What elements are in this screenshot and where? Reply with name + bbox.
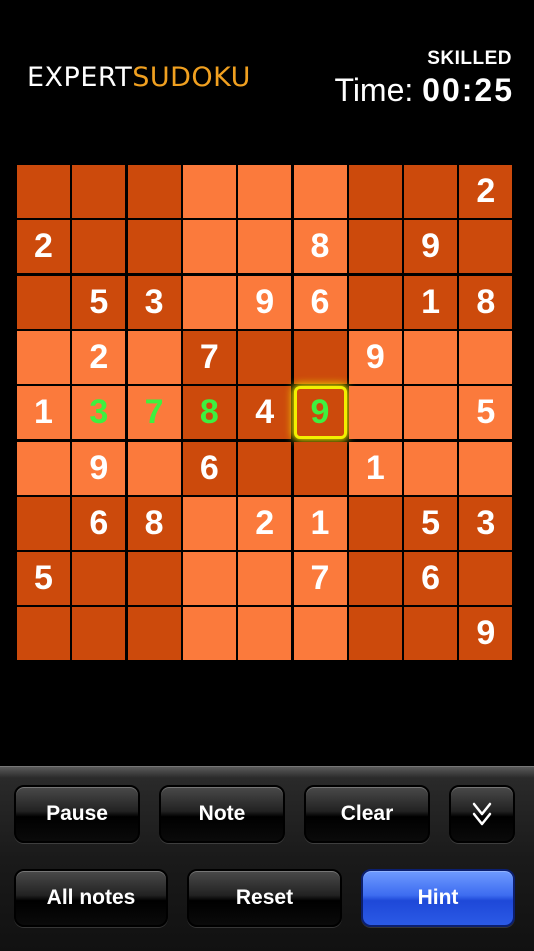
sudoku-cell-r8c5[interactable] [238,552,292,606]
sudoku-cell-r6c8[interactable] [404,441,458,495]
sudoku-cell-r5c4[interactable]: 8 [182,386,236,440]
timer-label: Time: [334,72,414,108]
sudoku-cell-r4c9[interactable] [459,330,513,384]
sudoku-cell-r7c8[interactable]: 5 [404,496,458,550]
sudoku-cell-r8c1[interactable]: 5 [17,552,70,606]
sudoku-cell-r9c8[interactable] [404,607,458,661]
sudoku-board: 228953961827913784959616821535769 [17,165,515,663]
logo-sudoku: SUDOKU [132,62,251,93]
sudoku-cell-r3c9[interactable]: 8 [459,275,513,329]
sudoku-cell-r4c1[interactable] [17,330,70,384]
sudoku-cell-r3c5[interactable]: 9 [238,275,292,329]
sudoku-cell-r4c8[interactable] [404,330,458,384]
sudoku-cell-r3c3[interactable]: 3 [127,275,181,329]
timer-value: 00:25 [422,72,514,108]
sudoku-cell-r4c7[interactable]: 9 [348,330,402,384]
sudoku-cell-r5c2[interactable]: 3 [72,386,126,440]
timer: Time: 00:25 [334,72,514,109]
sudoku-cell-r1c1[interactable] [17,165,70,218]
sudoku-cell-r7c4[interactable] [182,496,236,550]
sudoku-cell-r2c8[interactable]: 9 [404,220,458,274]
sudoku-cell-r2c6[interactable]: 8 [293,220,347,274]
sudoku-cell-r4c6[interactable] [293,330,347,384]
sudoku-cell-r1c8[interactable] [404,165,458,218]
sudoku-cell-r7c2[interactable]: 6 [72,496,126,550]
sudoku-cell-r2c2[interactable] [72,220,126,274]
sudoku-cell-r5c1[interactable]: 1 [17,386,70,440]
sudoku-cell-r9c1[interactable] [17,607,70,661]
sudoku-cell-r4c4[interactable]: 7 [182,330,236,384]
control-toolbar: Pause Note Clear All notes Reset Hint [0,766,534,951]
sudoku-cell-r3c6[interactable]: 6 [293,275,347,329]
sudoku-cell-r9c4[interactable] [182,607,236,661]
sudoku-cell-r5c3[interactable]: 7 [127,386,181,440]
sudoku-cell-r1c3[interactable] [127,165,181,218]
sudoku-cell-r5c7[interactable] [348,386,402,440]
sudoku-cell-r5c5[interactable]: 4 [238,386,292,440]
sudoku-cell-r1c2[interactable] [72,165,126,218]
sudoku-cell-r7c3[interactable]: 8 [127,496,181,550]
sudoku-cell-r8c2[interactable] [72,552,126,606]
header: EXPERTSUDOKU SKILLED Time: 00:25 [0,0,534,150]
app-logo: EXPERTSUDOKU [27,62,251,93]
sudoku-cell-r6c3[interactable] [127,441,181,495]
sudoku-cell-r2c7[interactable] [348,220,402,274]
sudoku-cell-r5c8[interactable] [404,386,458,440]
sudoku-cell-r2c1[interactable]: 2 [17,220,70,274]
sudoku-cell-r6c1[interactable] [17,441,70,495]
collapse-button[interactable] [449,785,515,843]
double-chevron-down-icon [472,802,492,826]
logo-expert: EXPERT [27,62,133,93]
sudoku-cell-r7c1[interactable] [17,496,70,550]
pause-button[interactable]: Pause [14,785,140,843]
sudoku-cell-r4c3[interactable] [127,330,181,384]
clear-button[interactable]: Clear [304,785,430,843]
sudoku-cell-r8c9[interactable] [459,552,513,606]
sudoku-cell-r2c5[interactable] [238,220,292,274]
sudoku-cell-r6c2[interactable]: 9 [72,441,126,495]
sudoku-cell-r3c2[interactable]: 5 [72,275,126,329]
sudoku-cell-r7c7[interactable] [348,496,402,550]
sudoku-cell-r9c2[interactable] [72,607,126,661]
sudoku-cell-r3c1[interactable] [17,275,70,329]
sudoku-cell-r9c6[interactable] [293,607,347,661]
sudoku-cell-r4c2[interactable]: 2 [72,330,126,384]
sudoku-cell-r3c7[interactable] [348,275,402,329]
sudoku-cell-r1c7[interactable] [348,165,402,218]
difficulty-label: SKILLED [427,48,512,69]
hint-button[interactable]: Hint [361,869,515,927]
sudoku-cell-r1c5[interactable] [238,165,292,218]
sudoku-cell-r1c9[interactable]: 2 [459,165,513,218]
sudoku-cell-r7c5[interactable]: 2 [238,496,292,550]
sudoku-cell-r5c9[interactable]: 5 [459,386,513,440]
sudoku-cell-r1c6[interactable] [293,165,347,218]
sudoku-cell-r6c4[interactable]: 6 [182,441,236,495]
sudoku-cell-r8c6[interactable]: 7 [293,552,347,606]
reset-button[interactable]: Reset [187,869,342,927]
note-button[interactable]: Note [159,785,285,843]
sudoku-cell-r7c9[interactable]: 3 [459,496,513,550]
sudoku-cell-r3c4[interactable] [182,275,236,329]
sudoku-cell-r9c3[interactable] [127,607,181,661]
sudoku-cell-r6c9[interactable] [459,441,513,495]
sudoku-cell-r9c5[interactable] [238,607,292,661]
sudoku-cell-r1c4[interactable] [182,165,236,218]
sudoku-cell-r8c7[interactable] [348,552,402,606]
sudoku-cell-r9c9[interactable]: 9 [459,607,513,661]
sudoku-cell-r8c8[interactable]: 6 [404,552,458,606]
sudoku-cell-r8c4[interactable] [182,552,236,606]
sudoku-cell-r6c7[interactable]: 1 [348,441,402,495]
sudoku-cell-r3c8[interactable]: 1 [404,275,458,329]
sudoku-cell-r5c6[interactable]: 9 [293,386,347,440]
sudoku-cell-r4c5[interactable] [238,330,292,384]
all-notes-button[interactable]: All notes [14,869,168,927]
sudoku-cell-r6c5[interactable] [238,441,292,495]
sudoku-cell-r2c4[interactable] [182,220,236,274]
sudoku-cell-r2c9[interactable] [459,220,513,274]
sudoku-cell-r7c6[interactable]: 1 [293,496,347,550]
sudoku-cell-r2c3[interactable] [127,220,181,274]
sudoku-cell-r9c7[interactable] [348,607,402,661]
sudoku-cell-r8c3[interactable] [127,552,181,606]
sudoku-cell-r6c6[interactable] [293,441,347,495]
